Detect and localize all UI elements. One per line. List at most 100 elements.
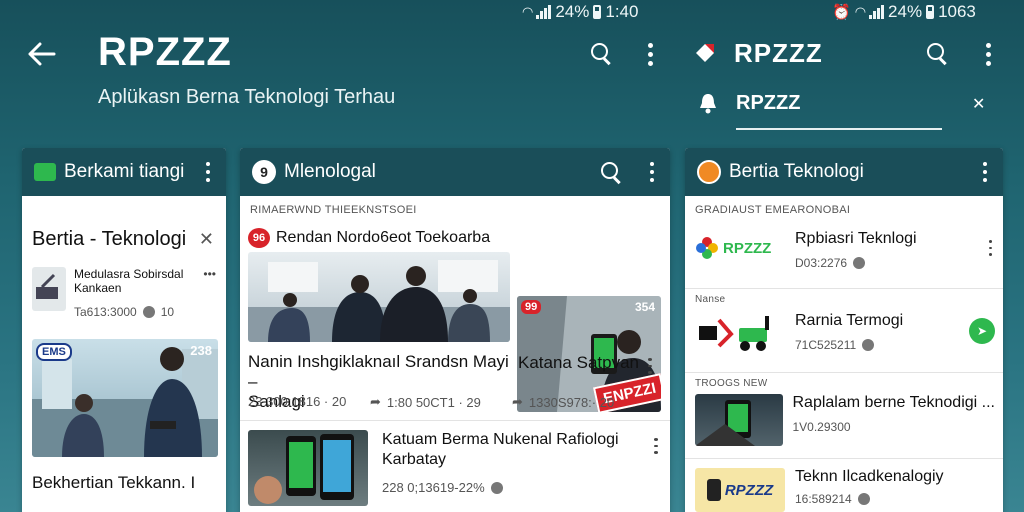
app-logo-icon [697,160,721,184]
rpzzz-logo: RPZZZ [695,230,781,260]
featured-image [248,252,510,342]
item-title: Rpbiasri Teknlogi [795,230,917,247]
clock: 1063 [938,2,976,21]
list-item[interactable]: Katuam Berma Nukenal Rafiologi Karbatay … [248,430,662,506]
share-count: 1:80 50CT1 · 29 [386,394,481,410]
more-options-icon[interactable] [202,162,214,182]
card-header: Berkami tiangi [22,148,226,196]
status-bar-right: ⏰ ◠ 24% 1063 [832,2,976,22]
row-label: Nanse [695,294,726,305]
status-bar-left: ◠ 24% 1:40 [522,2,638,22]
more-options-icon[interactable] [985,240,995,257]
tab-indicator [736,128,942,130]
battery-icon [593,5,602,19]
list-item[interactable]: Medulasra Sobirsdal Kankaen Ta613:3000 10… [22,251,226,319]
card-header: Bertia Teknologi [685,148,1003,196]
item-date: Ta613:3000 [74,305,137,319]
card-mlenologal: 9 Mlenologal RIMAERWND THIEEKNSTSOEI 96 … [240,148,670,512]
logo-text: RPZZZ [723,239,772,257]
featured-badge: 96 [248,228,270,248]
item-title: Medulasra Sobirsdal Kankaen [74,267,184,295]
list-item[interactable]: Raplalam berne Teknodigi ... 1V0.29300 [695,394,995,446]
badge-right: 238 [190,343,212,358]
featured-header: 96 Rendan Nordo6eot Toekoarba [248,228,510,248]
divider [685,288,1003,289]
item-title: Katuam Berma Nukenal Rafiologi Karbatay [382,431,619,468]
search-icon[interactable] [926,42,948,64]
more-options-icon[interactable] [980,40,996,68]
hero-image[interactable]: EMS 238 [32,339,218,457]
more-options-icon[interactable] [642,40,658,68]
robot-logo [695,312,781,352]
item-meta: 228 0;13619-22% [382,480,636,495]
featured-article[interactable]: 96 Rendan Nordo6eot Toekoarba [248,228,510,342]
item-date: 71C525211 [795,338,857,352]
search-icon[interactable] [590,42,612,64]
notification-bell-icon[interactable] [698,92,718,119]
section-label: RIMAERWND THIEEKNSTSOEI [250,204,417,216]
card-title: Bertia Teknologi [729,161,864,182]
item-count: 10 [160,305,175,319]
signal-icon [536,5,552,19]
more-options-icon[interactable] [644,358,656,375]
item-title: Teknn Ilcadkenalogiy [795,468,944,485]
wifi-icon: ◠ [522,4,533,19]
section-label: GRADIAUST EMEARONOBAI [695,204,851,216]
card-title: Mlenologal [284,161,376,182]
list-item[interactable]: RPZZZ Rpbiasri Teknlogi D03:2276 [695,230,995,270]
side-meta-text: 1330S978:· 20 [528,394,615,410]
back-arrow-icon[interactable] [26,38,58,70]
item-date: 16:589214 [795,492,852,506]
more-options-icon[interactable] [650,438,662,455]
divider [240,420,670,421]
side-badge-left: 99 [521,300,542,314]
logo-text: RPZZZ [724,481,774,499]
clock-icon [857,493,870,505]
item-date: D03:2276 [795,256,848,270]
popup-title: Bertia - Teknologi [32,228,187,250]
tech-thumbnail [695,394,783,446]
close-icon[interactable]: ✕ [199,229,214,250]
item-title: Raplalam berne Teknodigi ... [792,394,996,411]
list-item[interactable]: RPZZZ Teknn Ilcadkenalogiy 16:589214 [695,468,995,512]
featured-title: Rendan Nordo6eot Toekoarba [276,229,491,246]
robot-icon [706,479,721,501]
right-header-title: RPZZZ [734,38,823,68]
clock-icon [490,481,503,494]
side-title[interactable]: Katana Satpvan [518,352,639,374]
battery-percent: 24% [555,2,590,21]
clock-icon [853,257,866,269]
share-icon[interactable]: ➦ [370,394,381,410]
search-icon[interactable] [600,161,622,183]
clock-icon [142,306,155,318]
share-fab[interactable]: ➤ [969,318,995,344]
clock: 1:40 [605,2,639,21]
list-item[interactable]: Rarnia Termogi 71C525211 ➤ [695,312,995,352]
side-meta: ➦ 1330S978:· 20 [512,394,614,410]
popup-header: Bertia - Teknologi ✕ [22,196,226,251]
card-header: 9 Mlenologal [240,148,670,196]
card-berkami: Berkami tiangi Bertia - Teknologi ✕ Medu… [22,148,226,512]
more-icon[interactable]: ••• [203,267,216,319]
more-options-icon[interactable] [646,162,658,182]
divider [685,458,1003,459]
side-badge-right: 354 [634,300,655,314]
hero-meta-share: ➦ 1:80 50CT1 · 29 [370,394,481,410]
clear-icon[interactable]: ✕ [972,94,985,114]
item-meta: 16:589214 [795,492,995,506]
bookmark-tag-icon[interactable] [694,42,716,69]
more-options-icon[interactable] [979,162,991,182]
channel-avatar: 9 [252,160,276,184]
wifi-icon: ◠ [854,4,866,19]
badge-left: EMS [36,343,72,361]
card-bertia: Bertia Teknologi GRADIAUST EMEARONOBAI R… [685,148,1003,512]
battery-icon [926,5,935,19]
share-icon[interactable]: ➦ [512,394,523,410]
battery-percent: 24% [888,2,923,21]
alarm-icon: ⏰ [832,4,851,21]
search-field-text[interactable]: RPZZZ [736,92,800,115]
item-meta: D03:2276 [795,256,971,270]
card-title: Berkami tiangi [64,161,185,182]
item-date: 228 0;13619-22% [382,480,485,495]
app-logo-icon [34,163,56,181]
